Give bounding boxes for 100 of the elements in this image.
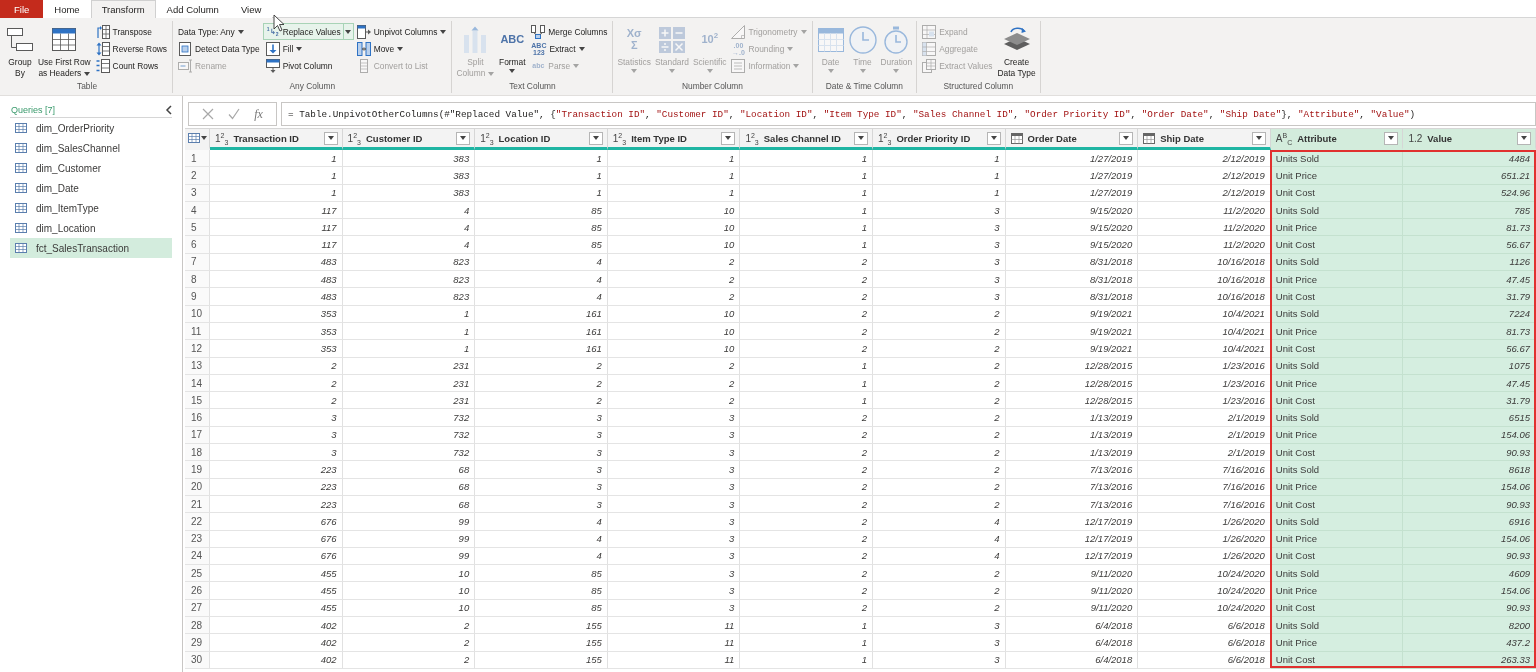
document-grid-icon	[178, 41, 193, 56]
table-cell: Unit Price	[1270, 271, 1404, 289]
table-cell: 154.06	[1403, 582, 1536, 600]
table-cell: 31.79	[1403, 392, 1536, 410]
column-filter-button[interactable]	[1384, 131, 1399, 145]
table-cell: 2	[740, 565, 873, 583]
ribbon-button[interactable]: Count Rows	[92, 57, 171, 74]
table-cell: 3	[210, 444, 343, 462]
column-header-label: Item Type ID	[631, 132, 688, 144]
table-cell: 1	[740, 150, 873, 168]
query-item[interactable]: fct_SalesTransaction	[10, 238, 172, 258]
column-header[interactable]: Ship Date	[1138, 128, 1271, 150]
check-icon[interactable]	[228, 108, 241, 120]
query-item[interactable]: dim_ItemType	[10, 198, 172, 218]
table-cell: 81.73	[1403, 219, 1536, 237]
table-cell: 2	[740, 340, 873, 358]
column-header[interactable]: Order Date	[1005, 128, 1139, 150]
column-header-label: Attribute	[1297, 132, 1338, 144]
column-header-label: Value	[1427, 132, 1454, 144]
column-header[interactable]: 1$^{2}$$_{3}$ Item Type ID	[607, 128, 741, 150]
table-cell: 455	[210, 565, 343, 583]
ribbon-button[interactable]: Unpivot Columns	[353, 23, 450, 40]
table-menu-button[interactable]	[185, 128, 210, 150]
table-cell: 383	[342, 167, 476, 185]
query-item[interactable]: dim_Customer	[10, 158, 172, 178]
table-cell: 11	[607, 634, 741, 652]
ribbon-large-button[interactable]: Use First Row as Headers	[36, 23, 93, 79]
ribbon-large-button[interactable]: Create Data Type	[995, 23, 1038, 79]
ribbon-button[interactable]: Pivot Column	[262, 57, 354, 74]
table-cell: 10	[607, 236, 741, 254]
table-grid-icon	[922, 41, 937, 56]
ribbon-button[interactable]: Reverse Rows	[92, 40, 171, 57]
triangle-icon	[731, 24, 746, 39]
table-icon	[15, 142, 27, 154]
column-filter-button[interactable]	[588, 131, 603, 145]
table-cell: 6515	[1403, 409, 1536, 427]
table-cell: 2	[607, 392, 741, 410]
column-filter-button[interactable]	[1517, 131, 1531, 145]
ribbon-button[interactable]: Detect Data Type	[175, 40, 263, 57]
formula-field[interactable]: = Table.UnpivotOtherColumns(#"Replaced Value", {"Transaction ID", "Customer ID", "Location ID", "Item Type ID", "Sales Channel ID", "Order Priority ID", "Order Date", "Ship Date"}, "Attribute", "Value")	[281, 102, 1536, 126]
row-number: 18	[185, 444, 210, 462]
column-header[interactable]: 1$^{2}$$_{3}$ Order Priority ID	[873, 128, 1006, 150]
column-header[interactable]: 1$^{2}$$_{3}$ Location ID	[475, 128, 608, 150]
row-number: 16	[185, 409, 210, 427]
caret-icon	[858, 136, 864, 140]
table-cell: 1	[475, 167, 608, 185]
column-filter-button[interactable]	[986, 131, 1001, 145]
table-cell: 2	[873, 444, 1006, 462]
table-cell: 2	[475, 392, 608, 410]
column-header[interactable]: 1.2 Value	[1403, 128, 1536, 150]
table-cell: 9/11/2020	[1005, 565, 1139, 583]
table-icon	[15, 222, 27, 234]
column-header[interactable]: 1$^{2}$$_{3}$ Transaction ID	[210, 128, 343, 150]
ribbon-large-button[interactable]: ABC Format	[496, 23, 529, 73]
query-item[interactable]: dim_OrderPriority	[10, 118, 172, 138]
table-cell: 2	[740, 444, 873, 462]
ribbon-button[interactable]: Merge Columns	[528, 23, 611, 40]
column-filter-button[interactable]	[721, 131, 736, 145]
ribbon-button[interactable]: Data Type: Any	[175, 23, 263, 40]
table-cell: 3	[873, 634, 1006, 652]
ribbon-large-button[interactable]: Group By	[4, 23, 36, 79]
data-type-glyph[interactable]: 1.2	[1408, 132, 1423, 144]
chevron-left-icon[interactable]	[165, 104, 172, 115]
table-cell: 117	[210, 219, 343, 237]
ribbon-button[interactable]: Move	[353, 40, 450, 57]
column-header-label: Sales Channel ID	[763, 132, 842, 144]
column-header[interactable]: 1$^{2}$$_{3}$ Sales Channel ID	[740, 128, 873, 150]
caret-icon	[725, 136, 732, 140]
row-number: 12	[185, 340, 210, 358]
dropdown-button[interactable]	[343, 23, 354, 40]
ribbon-button[interactable]: Fill	[262, 40, 354, 57]
table-cell: 2	[607, 288, 741, 306]
column-filter-button[interactable]	[456, 131, 471, 145]
query-item[interactable]: dim_Location	[10, 218, 172, 238]
row-number: 5	[185, 219, 210, 237]
column-filter-button[interactable]	[1119, 131, 1134, 145]
table-cell: 8/31/2018	[1005, 288, 1139, 306]
table-cell: Unit Price	[1270, 219, 1404, 237]
column-header[interactable]: A$^{B}$$_{C}$ Attribute	[1270, 128, 1404, 150]
column-filter-button[interactable]	[323, 131, 338, 145]
table-cell: 2	[873, 461, 1006, 479]
table-cell: 3	[607, 582, 741, 600]
table-cell: 6916	[1403, 513, 1536, 531]
table-cell: 2	[740, 582, 873, 600]
stacked-grid-icon	[922, 58, 937, 73]
merge-columns-icon	[531, 24, 546, 39]
query-item[interactable]: dim_Date	[10, 178, 172, 198]
column-filter-button[interactable]	[1251, 131, 1266, 145]
column-header[interactable]: 1$^{2}$$_{3}$ Customer ID	[342, 128, 476, 150]
insert-function-button[interactable]: fx	[254, 106, 263, 122]
numbered-rows-icon	[95, 58, 110, 73]
table-cell: 676	[210, 513, 343, 531]
table-cell: 90.93	[1403, 444, 1536, 462]
table-cell: 99	[342, 513, 476, 531]
calendar-icon	[1010, 132, 1023, 144]
query-item[interactable]: dim_SalesChannel	[10, 138, 172, 158]
table-icon	[15, 162, 27, 174]
table-cell: 437.2	[1403, 634, 1536, 652]
ribbon-button[interactable]: Transpose	[92, 23, 171, 40]
column-filter-button[interactable]	[854, 131, 868, 145]
